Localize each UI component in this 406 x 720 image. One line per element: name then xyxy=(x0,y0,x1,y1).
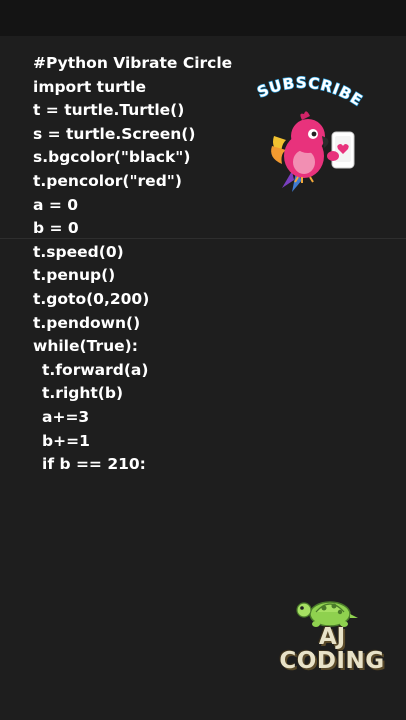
code-line-a-increment: a+=3 xyxy=(42,407,90,426)
parrot-with-phone-icon xyxy=(271,111,355,192)
code-line-comment: #Python Vibrate Circle xyxy=(33,54,233,72)
code-line-penup: t.penup() xyxy=(33,266,116,285)
code-line-speed: t.speed(0) xyxy=(33,242,124,261)
code-line-bgcolor: s.bgcolor("black") xyxy=(33,148,191,167)
code-line-a-init: a = 0 xyxy=(33,195,79,214)
code-block: #Python Vibrate Circle import turtle t =… xyxy=(33,52,232,477)
code-line-screen: s = turtle.Screen() xyxy=(33,124,196,143)
logo-text-coding: CODING xyxy=(279,648,385,674)
logo-text-aj: AJ xyxy=(318,624,346,650)
code-line-turtle: t = turtle.Turtle() xyxy=(33,101,185,120)
subscribe-sticker-graphic: SUBSCRIBE xyxy=(254,73,366,192)
top-bar xyxy=(0,0,406,36)
subscribe-sticker[interactable]: SUBSCRIBE xyxy=(252,73,382,196)
subscribe-text-path: SUBSCRIBE xyxy=(254,73,366,111)
code-line-right: t.right(b) xyxy=(42,384,124,403)
turtle-icon xyxy=(296,601,358,627)
code-line-forward: t.forward(a) xyxy=(42,360,149,379)
code-line-pencolor: t.pencolor("red") xyxy=(33,171,182,190)
subscribe-text: SUBSCRIBE xyxy=(255,76,366,110)
code-line-if: if b == 210: xyxy=(42,455,146,474)
code-line-while: while(True): xyxy=(33,337,138,356)
code-line-import: import turtle xyxy=(33,77,146,96)
code-line-b-increment: b+=1 xyxy=(42,431,90,450)
code-line-goto: t.goto(0,200) xyxy=(33,289,150,308)
code-line-pendown: t.pendown() xyxy=(33,313,141,332)
code-line-b-init: b = 0 xyxy=(33,219,79,238)
aj-coding-logo: AJ CODING xyxy=(268,588,396,680)
